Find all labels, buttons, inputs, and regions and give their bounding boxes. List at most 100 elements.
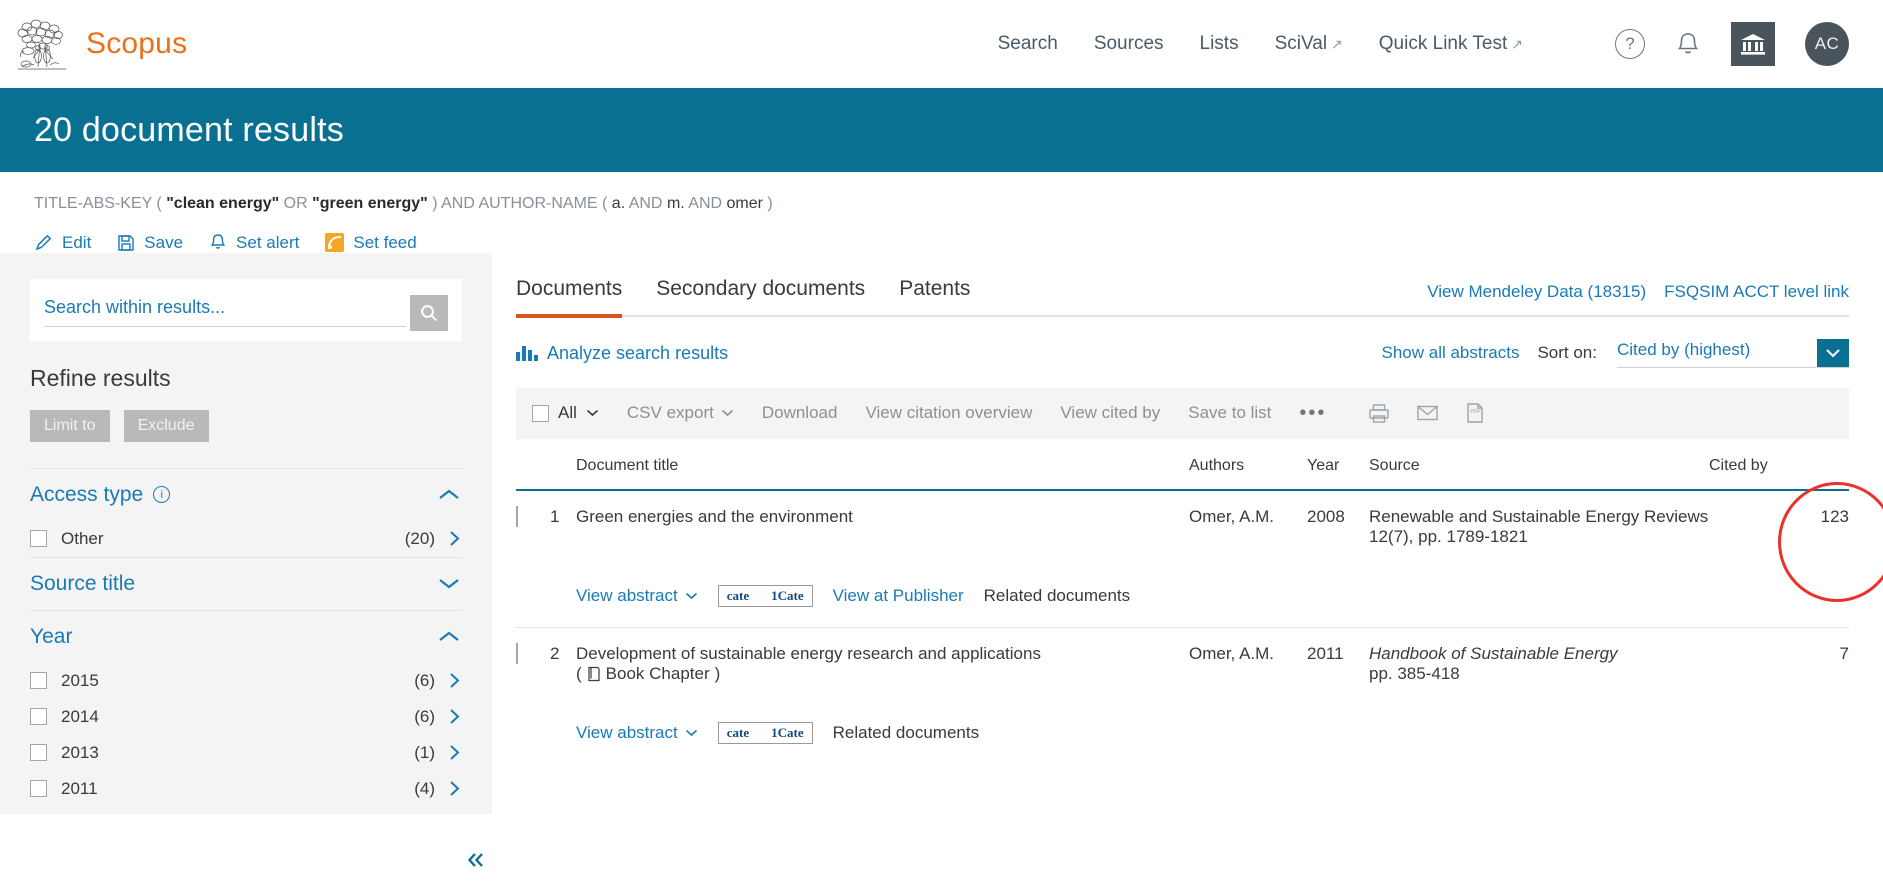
csv-export-button[interactable]: CSV export	[627, 403, 734, 423]
checkbox[interactable]	[30, 672, 47, 690]
more-options-button[interactable]: •••	[1299, 402, 1326, 425]
view-abstract-link[interactable]: View abstract	[576, 723, 698, 743]
row-year: 2008	[1307, 506, 1345, 526]
related-documents-link[interactable]: Related documents	[833, 723, 979, 743]
facet-item-2015[interactable]: 2015 (6)	[30, 663, 462, 699]
analyze-search-results-link[interactable]: Analyze search results	[516, 343, 728, 364]
view-cited-by-button[interactable]: View cited by	[1060, 403, 1160, 423]
query-paren: )	[432, 195, 438, 212]
select-all-control[interactable]: All	[532, 403, 599, 423]
chevron-right-icon[interactable]	[449, 530, 460, 547]
facet-item-label: Other	[61, 528, 104, 548]
info-icon[interactable]: i	[153, 486, 171, 504]
nav-item-lists[interactable]: Lists	[1200, 33, 1239, 55]
tab-secondary-documents[interactable]: Secondary documents	[656, 277, 865, 318]
nav-item-quick-link-test[interactable]: Quick Link Test ↗	[1379, 33, 1523, 55]
document-title-link[interactable]: Development of sustainable energy resear…	[576, 644, 1041, 663]
facet-item-2013[interactable]: 2013 (1)	[30, 735, 462, 771]
set-feed-button[interactable]: Set feed	[325, 233, 417, 253]
facet-item-other[interactable]: Other (20)	[30, 521, 462, 557]
row-authors[interactable]: Omer, A.M.	[1189, 490, 1307, 547]
nav-item-sources[interactable]: Sources	[1094, 33, 1164, 55]
view-mendeley-data-link[interactable]: View Mendeley Data (18315)	[1427, 282, 1646, 302]
toolbar-icon-group: PDF	[1368, 402, 1485, 424]
checkbox[interactable]	[532, 404, 549, 422]
download-button[interactable]: Download	[762, 403, 838, 423]
view-at-publisher-link[interactable]: View at Publisher	[833, 586, 964, 606]
link-resolver-badge[interactable]: cate 1Cate	[717, 584, 813, 607]
chevron-right-icon[interactable]	[449, 672, 460, 689]
facet-item-count: (4)	[414, 778, 435, 798]
row-cited-by[interactable]: 7	[1709, 627, 1849, 684]
chevron-right-icon[interactable]	[449, 744, 460, 761]
top-icon-group: ? AC	[1615, 22, 1849, 66]
resolver-left-label: cate	[726, 587, 750, 603]
facet-header-access-type[interactable]: Access type i	[30, 469, 462, 521]
limit-to-button[interactable]: Limit to	[30, 409, 110, 442]
col-number	[550, 438, 576, 491]
show-all-abstracts-link[interactable]: Show all abstracts	[1382, 343, 1520, 363]
row-authors[interactable]: Omer, A.M.	[1189, 627, 1307, 684]
view-abstract-link[interactable]: View abstract	[576, 586, 698, 606]
related-documents-link[interactable]: Related documents	[984, 586, 1130, 606]
print-icon[interactable]	[1368, 403, 1390, 424]
checkbox[interactable]	[30, 708, 47, 726]
checkbox[interactable]	[30, 780, 47, 798]
save-query-button[interactable]: Save	[117, 233, 183, 253]
table-row: 1 Green energies and the environment Ome…	[516, 490, 1849, 547]
tab-patents[interactable]: Patents	[899, 277, 970, 318]
save-to-list-button[interactable]: Save to list	[1188, 403, 1271, 423]
search-within-box	[30, 278, 462, 341]
facet-item-2014[interactable]: 2014 (6)	[30, 699, 462, 735]
query-field: TITLE-ABS-KEY	[34, 195, 152, 212]
checkbox[interactable]	[30, 744, 47, 762]
institution-icon[interactable]	[1731, 22, 1775, 66]
brand-name: Scopus	[86, 27, 188, 60]
col-year: Year	[1307, 438, 1369, 491]
brand[interactable]: Scopus	[14, 15, 187, 73]
source-title[interactable]: Handbook of Sustainable Energy	[1369, 644, 1709, 664]
row-cited-by[interactable]: 123	[1709, 490, 1849, 547]
exclude-button[interactable]: Exclude	[123, 409, 209, 442]
email-icon[interactable]	[1416, 404, 1439, 422]
avatar[interactable]: AC	[1805, 22, 1849, 66]
row-source: Handbook of Sustainable Energy pp. 385-4…	[1369, 627, 1709, 684]
document-title-link[interactable]: Green energies and the environment	[576, 507, 853, 526]
sidebar-collapse-handle[interactable]	[459, 836, 493, 883]
page-root: Scopus Search Sources Lists SciVal ↗ Quic…	[0, 0, 1883, 883]
search-within-button[interactable]	[410, 294, 448, 331]
pdf-icon[interactable]: PDF	[1465, 402, 1485, 424]
fsqsim-acct-level-link[interactable]: FSQSIM ACCT level link	[1664, 282, 1849, 302]
facet-item-2011[interactable]: 2011 (4)	[30, 771, 462, 807]
facet-header-year[interactable]: Year	[30, 611, 462, 663]
nav-item-scival[interactable]: SciVal ↗	[1275, 33, 1343, 55]
sort-select[interactable]: Cited by (highest)	[1617, 338, 1849, 368]
set-alert-button[interactable]: Set alert	[209, 233, 299, 253]
link-resolver-badge[interactable]: cate 1Cate	[717, 721, 813, 744]
nav-item-search[interactable]: Search	[998, 33, 1058, 55]
resolver-right-label: 1Cate	[771, 587, 804, 603]
view-citation-overview-button[interactable]: View citation overview	[865, 403, 1032, 423]
checkbox[interactable]	[516, 642, 518, 664]
row-links-cell: View abstract cate 1Cate View at Publish…	[576, 547, 1849, 628]
external-link-icon: ↗	[1331, 36, 1343, 52]
edit-query-button[interactable]: Edit	[34, 233, 91, 253]
chevron-right-icon[interactable]	[449, 780, 460, 797]
sort-value[interactable]: Cited by (highest)	[1617, 340, 1750, 360]
set-alert-label: Set alert	[236, 232, 300, 252]
checkbox[interactable]	[516, 505, 518, 527]
facet-header-source-title[interactable]: Source title	[30, 558, 462, 610]
col-cited-by: Cited by	[1709, 438, 1849, 491]
sort-dropdown-button[interactable]	[1817, 338, 1849, 367]
results-tabs: Documents Secondary documents Patents	[516, 277, 970, 318]
tab-documents[interactable]: Documents	[516, 277, 623, 318]
query-zone: TITLE-ABS-KEY ( "clean energy" OR "green…	[0, 172, 1883, 253]
checkbox[interactable]	[30, 530, 47, 548]
search-within-input[interactable]	[44, 294, 406, 327]
facet-item-count: (6)	[414, 706, 435, 726]
chevron-right-icon[interactable]	[449, 708, 460, 725]
row-links-cell: View abstract cate 1Cate Related documen…	[576, 684, 1849, 764]
help-icon[interactable]: ?	[1615, 29, 1645, 59]
source-title[interactable]: Renewable and Sustainable Energy Reviews	[1369, 507, 1709, 527]
bell-icon[interactable]	[1675, 30, 1701, 58]
